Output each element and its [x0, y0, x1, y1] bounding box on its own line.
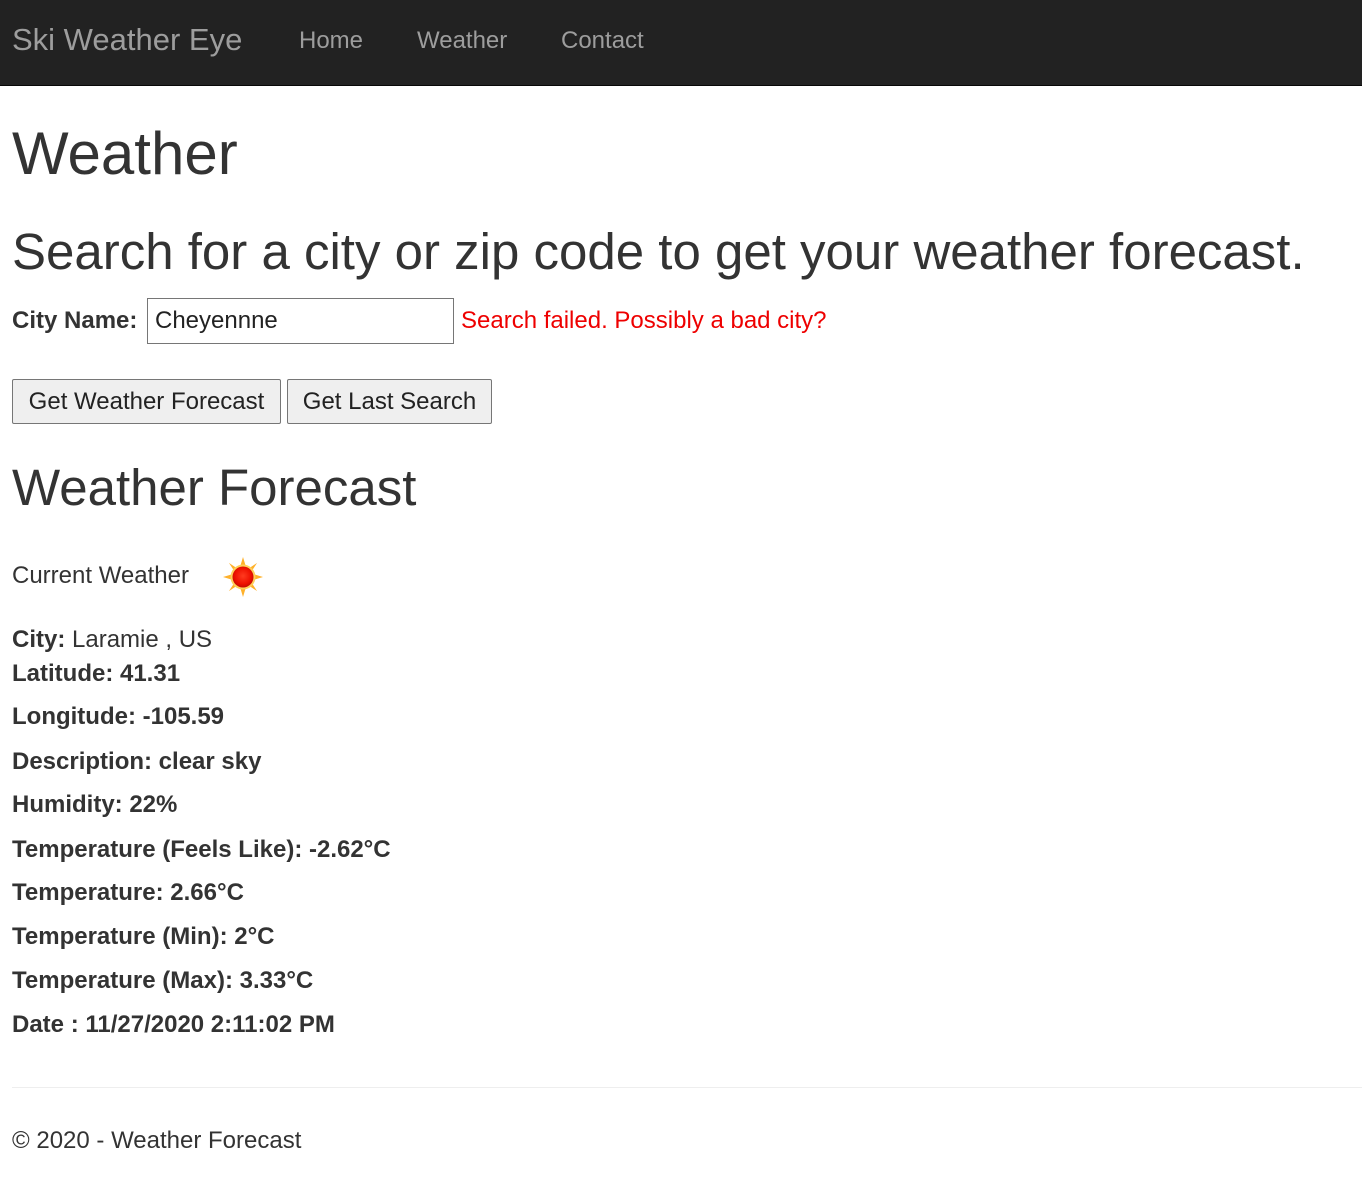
page-subtitle: Search for a city or zip code to get you…: [12, 223, 1305, 280]
nav-link-weather[interactable]: Weather: [417, 25, 507, 57]
footer-text: © 2020 - Weather Forecast: [12, 1127, 302, 1154]
humidity-info: Humidity: 22%: [12, 791, 178, 818]
city-info: City: Laramie , US: [12, 624, 212, 656]
forecast-section-title: Weather Forecast: [12, 459, 417, 516]
current-weather-label: Current Weather: [12, 562, 189, 589]
city-info-label: City:: [12, 626, 66, 653]
temperature-min-info: Temperature (Min): 2°C: [12, 923, 275, 950]
city-name-input[interactable]: [147, 298, 454, 344]
city-name-label: City Name:: [12, 307, 138, 334]
get-weather-forecast-button[interactable]: Get Weather Forecast: [12, 379, 281, 424]
search-error-message: Search failed. Possibly a bad city?: [461, 307, 827, 334]
feels-like-info: Temperature (Feels Like): -2.62°C: [12, 836, 391, 863]
temperature-max-info: Temperature (Max): 3.33°C: [12, 967, 314, 994]
temperature-info: Temperature: 2.66°C: [12, 879, 244, 906]
footer-divider: [12, 1087, 1362, 1088]
latitude-info: Latitude: 41.31: [12, 660, 181, 687]
nav-link-home[interactable]: Home: [299, 25, 363, 57]
city-info-value: Laramie , US: [72, 626, 213, 653]
nav-link-contact[interactable]: Contact: [561, 25, 644, 57]
description-info: Description: clear sky: [12, 748, 262, 775]
longitude-info: Longitude: -105.59: [12, 703, 225, 730]
brand-link[interactable]: Ski Weather Eye: [12, 20, 242, 60]
date-info: Date : 11/27/2020 2:11:02 PM: [12, 1011, 335, 1038]
sun-icon: [223, 557, 263, 597]
navbar: Ski Weather Eye Home Weather Contact: [0, 0, 1362, 86]
get-last-search-button[interactable]: Get Last Search: [287, 379, 492, 424]
page-title: Weather: [12, 120, 238, 187]
